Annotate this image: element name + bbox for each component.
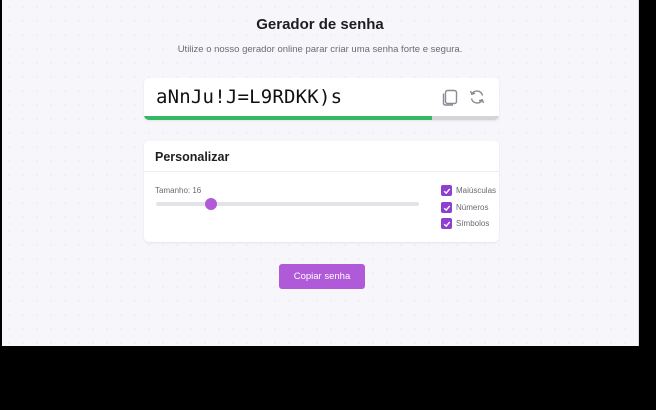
strength-meter-fill — [144, 116, 432, 120]
length-slider-thumb[interactable] — [205, 198, 218, 210]
refresh-icon[interactable] — [467, 87, 487, 107]
page-title: Gerador de senha — [256, 16, 384, 33]
option-numbers-label: Números — [456, 203, 489, 212]
settings-card: Personalizar Tamanho: 16 Maiúsculas Núme… — [144, 141, 499, 242]
check-icon — [443, 204, 450, 211]
length-label: Tamanho: 16 — [155, 186, 202, 195]
copy-password-button[interactable]: Copiar senha — [279, 264, 365, 289]
checkbox-uppercase[interactable] — [441, 185, 452, 196]
option-symbols[interactable]: Símbolos — [441, 218, 489, 229]
browser-viewport: Gerador de senha Utilize o nosso gerador… — [2, 0, 639, 346]
password-display: aNnJu!J=L9RDKK)s — [156, 86, 343, 108]
checkbox-symbols[interactable] — [441, 218, 452, 229]
option-uppercase-label: Maiúsculas — [456, 186, 497, 195]
option-uppercase[interactable]: Maiúsculas — [441, 185, 496, 196]
option-symbols-label: Símbolos — [456, 219, 490, 228]
strength-meter — [144, 116, 499, 120]
length-slider[interactable] — [156, 198, 419, 210]
settings-title: Personalizar — [155, 150, 230, 164]
checkbox-numbers[interactable] — [441, 202, 452, 213]
page-subtitle: Utilize o nosso gerador online parar cri… — [177, 44, 463, 55]
password-card: aNnJu!J=L9RDKK)s — [144, 78, 499, 120]
check-icon — [443, 220, 450, 227]
check-icon — [443, 187, 450, 194]
settings-divider — [144, 171, 499, 172]
option-numbers[interactable]: Números — [441, 202, 488, 213]
copy-icon[interactable] — [440, 87, 460, 107]
